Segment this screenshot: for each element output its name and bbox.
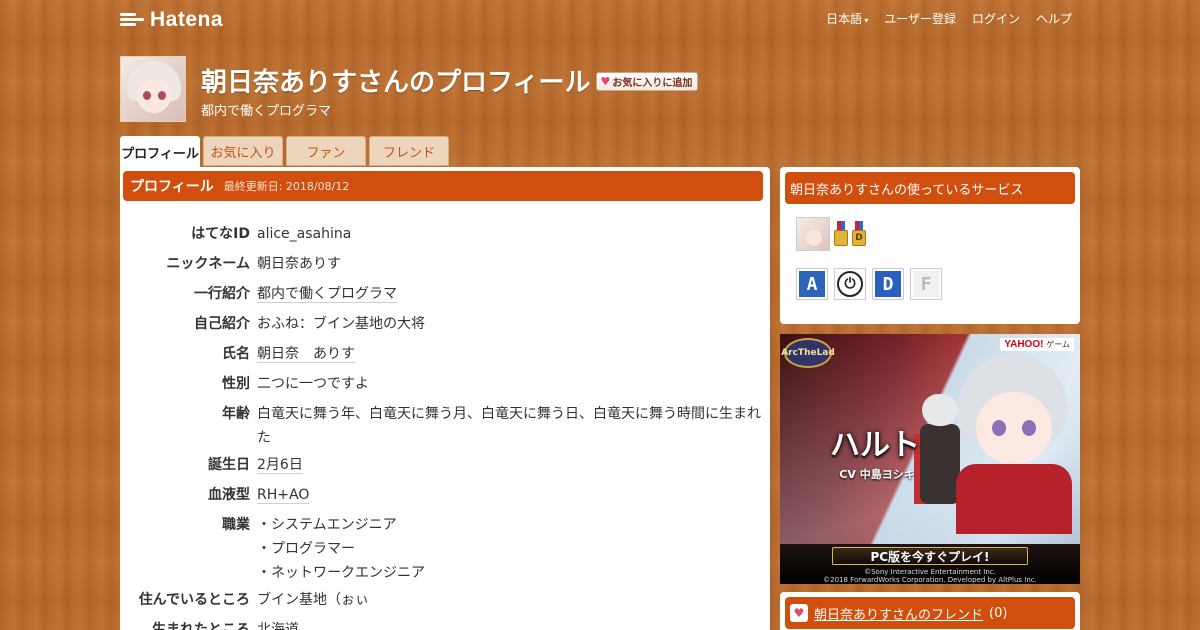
profile-row-birthday: 誕生日 2月6日 xyxy=(120,450,770,480)
user-avatar[interactable] xyxy=(796,217,830,251)
profile-row-hatena-id: はてなID alice_asahina xyxy=(120,219,770,249)
tab-friends[interactable]: フレンド xyxy=(369,136,449,166)
profile-label: 一行紹介 xyxy=(194,286,250,302)
ad-voice-actor: CV 中島ヨシキ xyxy=(839,468,915,481)
add-favorite-label: お気に入りに追加 xyxy=(612,78,693,89)
profile-label: 自己紹介 xyxy=(194,316,250,332)
page-subtitle: 都内で働くプログラマ xyxy=(201,104,332,119)
profile-avatar xyxy=(120,56,186,122)
help-link[interactable]: ヘルプ xyxy=(1036,10,1072,27)
services-heading: 朝日奈ありすさんの使っているサービス xyxy=(785,172,1075,204)
friends-heading: ♥ 朝日奈ありすさんのフレンド (0) xyxy=(785,597,1075,629)
profile-label: 年齢 xyxy=(222,406,250,422)
fotolife-icon[interactable]: F xyxy=(910,268,942,300)
heart-icon: ♥ xyxy=(790,604,808,622)
top-nav: 日本語 ユーザー登録 ログイン ヘルプ xyxy=(826,10,1072,27)
service-badges: D xyxy=(796,217,866,251)
services-panel: 朝日奈ありすさんの使っているサービス D A ⏻ D F xyxy=(780,167,1080,324)
profile-row-birthplace: 生まれたところ 北海道 xyxy=(120,615,770,630)
ad-footer: PC版を今すぐプレイ! ©Sony Interactive Entertainm… xyxy=(780,544,1080,584)
tab-favorites[interactable]: お気に入り xyxy=(203,136,283,166)
profile-value: 白竜天に舞う年、白竜天に舞う月、白竜天に舞う日、白竜天に舞う時間に生まれた xyxy=(257,406,761,446)
profile-value: 朝日奈ありす xyxy=(257,256,341,272)
profile-value: おふね：ブイン基地の大将 xyxy=(257,316,425,332)
character-illustration xyxy=(948,344,1078,534)
profile-label: 職業 xyxy=(222,517,250,533)
register-link[interactable]: ユーザー登録 xyxy=(884,10,956,27)
profile-value-link[interactable]: RH+AO xyxy=(257,487,310,504)
friends-panel: ♥ 朝日奈ありすさんのフレンド (0) xyxy=(780,592,1080,630)
profile-row-residence: 住んでいるところ ブイン基地（ぉぃ xyxy=(120,585,770,615)
profile-label: 生まれたところ xyxy=(152,622,250,630)
profile-label: ニックネーム xyxy=(166,256,250,272)
profile-row-nickname: ニックネーム 朝日奈ありす xyxy=(120,249,770,279)
ad-copyright: ©Sony Interactive Entertainment Inc. ©20… xyxy=(823,568,1037,584)
profile-value: 二つに一つですよ xyxy=(257,376,369,392)
profile-value-link[interactable]: 都内で働くプログラマ xyxy=(257,286,397,303)
profile-label: 誕生日 xyxy=(208,457,250,473)
friends-link[interactable]: 朝日奈ありすさんのフレンド xyxy=(814,604,983,623)
occupation-item[interactable]: ・プログラマー xyxy=(257,537,762,561)
play-now-button[interactable]: PC版を今すぐプレイ! xyxy=(832,547,1028,565)
tab-fans[interactable]: ファン xyxy=(286,136,366,166)
medal-icon: D xyxy=(852,221,866,247)
game-advertisement[interactable]: ArcTheLad YAHOO! ゲーム ハルト CV 中島ヨシキ PC版を今す… xyxy=(780,334,1080,584)
top-bar: Hatena 日本語 ユーザー登録 ログイン ヘルプ xyxy=(120,0,1080,36)
profile-row-tagline: 一行紹介 都内で働くプログラマ xyxy=(120,279,770,309)
profile-tabs: プロフィール お気に入り ファン フレンド xyxy=(120,136,449,168)
profile-row-name: 氏名 朝日奈 ありす xyxy=(120,339,770,369)
profile-value: alice_asahina xyxy=(257,226,352,242)
profile-section-header: プロフィール 最終更新日: 2018/08/12 xyxy=(123,171,763,201)
hatena-logo[interactable]: Hatena xyxy=(120,8,223,32)
profile-panel: プロフィール 最終更新日: 2018/08/12 はてなID alice_asa… xyxy=(120,167,770,630)
tab-profile[interactable]: プロフィール xyxy=(120,136,200,168)
login-link[interactable]: ログイン xyxy=(972,10,1020,27)
profile-label: 住んでいるところ xyxy=(138,592,250,608)
profile-label: 血液型 xyxy=(208,487,250,503)
occupation-item[interactable]: ・システムエンジニア xyxy=(257,513,762,537)
profile-value: ブイン基地（ぉぃ xyxy=(257,592,369,608)
friends-count: (0) xyxy=(989,605,1008,621)
ad-character-name: ハルト xyxy=(830,428,920,463)
service-icons: A ⏻ D F xyxy=(796,268,942,300)
game-logo: ArcTheLad xyxy=(781,338,835,368)
brand-name: Hatena xyxy=(150,8,224,31)
profile-list: はてなID alice_asahina ニックネーム 朝日奈ありす 一行紹介 都… xyxy=(120,219,770,630)
profile-value-link[interactable]: 2月6日 xyxy=(257,457,303,474)
last-updated: 最終更新日: 2018/08/12 xyxy=(223,180,350,193)
profile-value-link[interactable]: 朝日奈 ありす xyxy=(257,346,355,363)
profile-section-title: プロフィール xyxy=(130,179,214,195)
profile-label: 氏名 xyxy=(222,346,250,362)
anond-icon[interactable]: A xyxy=(796,268,828,300)
medal-icon xyxy=(834,221,848,247)
profile-row-age: 年齢 白竜天に舞う年、白竜天に舞う月、白竜天に舞う日、白竜天に舞う時間に生まれた xyxy=(120,399,770,450)
add-favorite-button[interactable]: ♥ お気に入りに追加 xyxy=(596,72,699,91)
heart-icon: ♥ xyxy=(600,75,611,88)
pen-icon[interactable]: ⏻ xyxy=(834,268,866,300)
page-title-text: 朝日奈ありすさんのプロフィール xyxy=(201,68,591,98)
hatena-mark-icon xyxy=(120,12,146,28)
profile-row-blood-type: 血液型 RH+AO xyxy=(120,480,770,510)
occupation-item[interactable]: ・ネットワークエンジニア xyxy=(257,561,762,585)
profile-row-occupation: 職業 ・システムエンジニア ・プログラマー ・ネットワークエンジニア xyxy=(120,510,770,585)
profile-row-introduction: 自己紹介 おふね：ブイン基地の大将 xyxy=(120,309,770,339)
diary-icon[interactable]: D xyxy=(872,268,904,300)
profile-label: 性別 xyxy=(222,376,250,392)
page-title: 朝日奈ありすさんのプロフィール ♥ お気に入りに追加 xyxy=(201,62,699,99)
language-menu[interactable]: 日本語 xyxy=(826,10,868,27)
profile-value: 北海道 xyxy=(257,622,299,630)
profile-row-gender: 性別 二つに一つですよ xyxy=(120,369,770,399)
profile-label: はてなID xyxy=(191,226,250,242)
